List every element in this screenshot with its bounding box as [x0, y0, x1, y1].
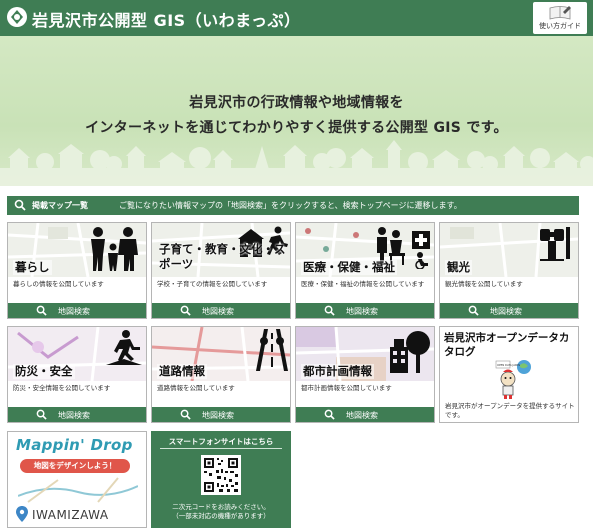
card-tourism-search-button[interactable]: 地図検索 — [440, 303, 578, 318]
qr-code — [201, 455, 241, 495]
site-title[interactable]: 岩見沢市公開型 GIS（いわまっぷ） — [32, 7, 301, 31]
card-childcare-education: 子育て・教育・文化・スポーツ 学校・子育ての情報を公開しています 地図検索 — [151, 222, 291, 319]
town-silhouette-illustration — [0, 140, 593, 186]
search-button-label: 地図検索 — [490, 307, 522, 316]
card-tourism: 観光 観光情報を公開しています 地図検索 — [439, 222, 579, 319]
search-icon — [324, 409, 335, 420]
search-button-label: 地図検索 — [58, 307, 90, 316]
city-icon — [390, 331, 430, 373]
card-medical-title: 医療・保健・福祉 — [301, 260, 397, 275]
usage-guide-button[interactable]: 使い方ガイド — [533, 2, 587, 34]
mappin-drop-tagline: 地図をデザインしよう！ — [20, 459, 130, 473]
search-button-label: 地図検索 — [346, 411, 378, 420]
card-childcare-description: 学校・子育ての情報を公開しています — [157, 280, 268, 288]
evacuation-icon — [106, 330, 142, 365]
search-button-label: 地図検索 — [202, 307, 234, 316]
search-icon — [36, 305, 47, 316]
card-road-info: 道路情報 道路情報を公開しています 地図検索 — [151, 326, 291, 423]
card-medical-welfare: 医療・保健・福祉 医療・保健・福祉の情報を公開しています 地図検索 — [295, 222, 435, 319]
card-living-title: 暮らし — [13, 260, 52, 275]
card-living: 暮らし 暮らしの情報を公開しています 地図検索 — [7, 222, 147, 319]
open-data-mascot-icon: OPEN DATA JAPAN — [495, 360, 531, 399]
search-icon — [14, 199, 26, 211]
search-icon — [180, 409, 191, 420]
card-road-search-button[interactable]: 地図検索 — [152, 407, 290, 422]
card-childcare-search-button[interactable]: 地図検索 — [152, 303, 290, 318]
card-open-data-catalog[interactable]: 岩見沢市オープンデータカタログ OPEN DATA JAPAN 岩見沢市がオープ… — [439, 326, 579, 423]
card-disaster-search-button[interactable]: 地図検索 — [8, 407, 146, 422]
card-tourism-description: 観光情報を公開しています — [445, 280, 523, 288]
search-button-label: 地図検索 — [202, 411, 234, 420]
search-icon — [36, 409, 47, 420]
family-icon — [91, 227, 138, 271]
card-city-title: 都市計画情報 — [301, 364, 374, 379]
search-button-label: 地図検索 — [346, 307, 378, 316]
header-bar: 岩見沢市公開型 GIS（いわまっぷ） 使い方ガイド — [0, 0, 593, 36]
search-icon — [468, 305, 479, 316]
smartphone-site-note-line-2: （一部未対応の機種があります） — [172, 512, 270, 520]
search-icon — [180, 305, 191, 316]
map-illustration — [18, 477, 138, 503]
map-list-label: 掲載マップ一覧 — [32, 201, 88, 210]
card-city-description: 都市計画情報を公開しています — [301, 384, 392, 392]
mappin-drop-title: Mappin' Drop — [16, 436, 133, 454]
card-medical-search-button[interactable]: 地図検索 — [296, 303, 434, 318]
search-icon — [324, 305, 335, 316]
card-disaster-safety: 防災・安全 防災・安全情報を公開しています 地図検索 — [7, 326, 147, 423]
card-road-description: 道路情報を公開しています — [157, 384, 235, 392]
card-tourism-title: 観光 — [445, 260, 472, 275]
binoculars-icon — [540, 227, 570, 261]
smartphone-site-note-line-1: 二次元コードをお読みください。 — [172, 503, 270, 511]
qr-code-icon — [204, 458, 238, 492]
search-button-label: 地図検索 — [58, 411, 90, 420]
smartphone-site-note: 二次元コードをお読みください。 （一部未対応の機種があります） — [152, 503, 290, 521]
card-living-description: 暮らしの情報を公開しています — [13, 280, 104, 288]
road-icon — [256, 329, 288, 371]
open-data-description: 岩見沢市がオープンデータを提供するサイトです。 — [445, 402, 575, 419]
card-city-search-button[interactable]: 地図検索 — [296, 407, 434, 422]
map-list-header: 掲載マップ一覧 ご覧になりたい情報マップの「地図検索」をクリックすると、検索トッ… — [7, 196, 579, 215]
mappin-drop-city: IWAMIZAWA — [32, 508, 109, 522]
site-logo-icon — [7, 7, 27, 27]
card-road-title: 道路情報 — [157, 364, 207, 379]
card-city-planning: 都市計画情報 都市計画情報を公開しています 地図検索 — [295, 326, 435, 423]
open-data-badge: OPEN DATA JAPAN — [497, 363, 520, 367]
divider — [160, 448, 282, 449]
smartphone-site-title[interactable]: スマートフォンサイトはこちら — [152, 436, 290, 447]
card-living-search-button[interactable]: 地図検索 — [8, 303, 146, 318]
hero-banner: 岩見沢市の行政情報や地域情報を インターネットを通じてわかりやすく提供する公開型… — [0, 36, 593, 186]
map-pin-icon — [16, 506, 28, 522]
book-icon — [549, 6, 571, 20]
card-disaster-title: 防災・安全 — [13, 364, 75, 379]
card-childcare-title: 子育て・教育・文化・スポーツ — [159, 242, 286, 271]
usage-guide-label: 使い方ガイド — [539, 22, 581, 30]
hero-text-line-1: 岩見沢市の行政情報や地域情報を — [189, 95, 404, 111]
mappin-drop-banner[interactable]: Mappin' Drop 地図をデザインしよう！ IWAMIZAWA — [7, 431, 147, 528]
hero-text-line-2: インターネットを通じてわかりやすく提供する公開型 GIS です。 — [85, 120, 508, 136]
map-list-description: ご覧になりたい情報マップの「地図検索」をクリックすると、検索トップページに遷移し… — [119, 201, 462, 210]
card-medical-description: 医療・保健・福祉の情報を公開しています — [301, 280, 425, 288]
open-data-title[interactable]: 岩見沢市オープンデータカタログ — [444, 331, 576, 359]
card-disaster-description: 防災・安全情報を公開しています — [13, 384, 111, 392]
smartphone-site-panel: スマートフォンサイトはこちら 二次元コードをお読みください。 （一部未対応の機種… — [151, 431, 291, 528]
